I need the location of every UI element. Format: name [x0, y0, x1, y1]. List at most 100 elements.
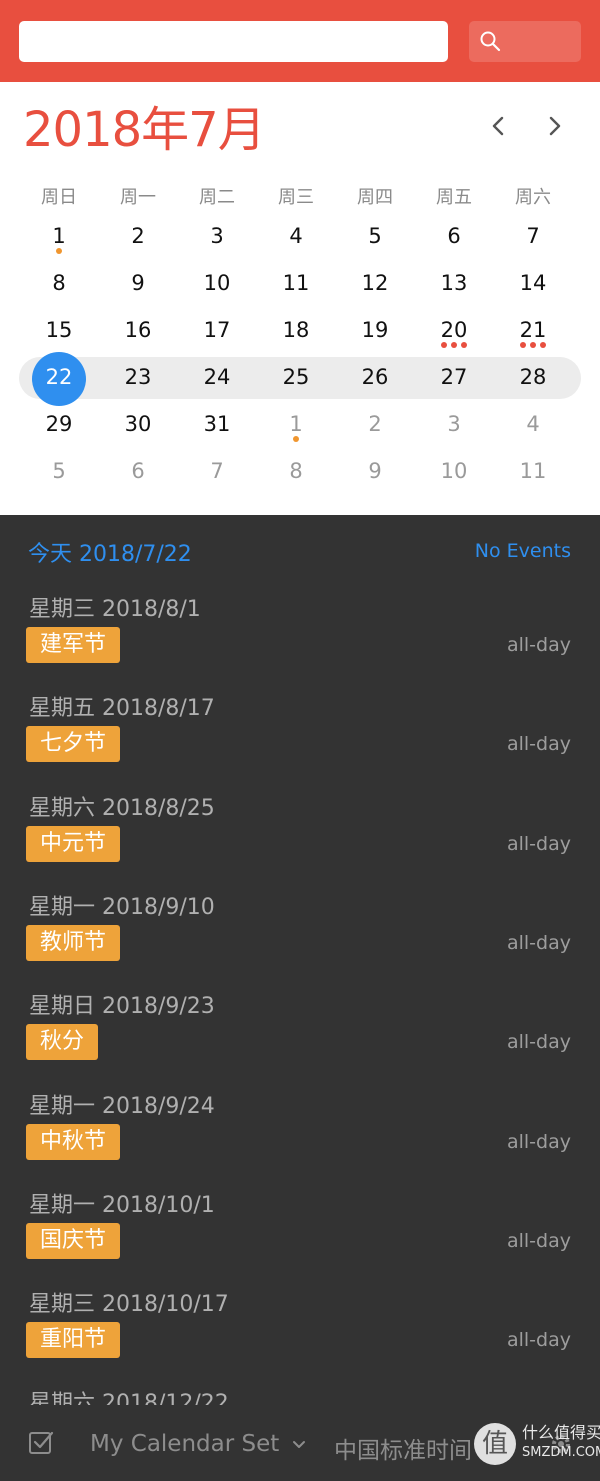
chevron-left-icon [492, 116, 504, 136]
previous-month-button[interactable] [484, 112, 512, 140]
event-time: all-day [506, 1130, 571, 1153]
event-time: all-day [506, 1329, 571, 1352]
weekday-label: 周五 [436, 187, 472, 208]
search-button[interactable] [469, 21, 581, 62]
search-icon [480, 31, 501, 52]
event-date-heading: 星期三 2018/8/1 [29, 597, 201, 622]
checkbox-icon[interactable] [28, 1429, 56, 1461]
search-input[interactable] [19, 21, 448, 62]
day-cell[interactable]: 10 [424, 451, 484, 491]
day-cell[interactable]: 7 [187, 451, 247, 491]
footer-bar: My Calendar Set 中国标准时间 值 什么值得买 SMZDM.COM [0, 1405, 600, 1481]
event-time: all-day [506, 1229, 571, 1252]
event-date-heading: 星期日 2018/9/23 [29, 994, 215, 1020]
event-list: 今天 2018/7/22 No Events 星期三 2018/8/1 建军节 al… [0, 515, 600, 1405]
day-cell[interactable]: 9 [345, 451, 405, 491]
event-item[interactable]: 中元节 [26, 825, 121, 862]
event-date-heading: 星期一 2018/9/10 [29, 894, 215, 920]
day-cell[interactable]: 5 [29, 451, 89, 491]
day-cell[interactable]: 27 [424, 357, 484, 397]
day-cell[interactable]: 12 [345, 263, 405, 303]
day-cell[interactable]: 19 [345, 310, 405, 350]
day-cell[interactable]: 6 [424, 216, 484, 256]
event-date-heading: 星期一 2018/10/1 [29, 1192, 215, 1218]
day-cell[interactable]: 23 [108, 357, 168, 397]
month-title: 2018年7月 [23, 102, 266, 158]
watermark-subtext: SMZDM.COM [522, 1445, 600, 1460]
watermark-glyph: 值 [474, 1423, 516, 1465]
day-cell[interactable]: 25 [266, 357, 326, 397]
event-date-heading: 星期一 2018/9/24 [29, 1093, 215, 1119]
event-dot [441, 342, 447, 348]
day-cell[interactable]: 30 [108, 404, 168, 444]
event-dot [540, 342, 546, 348]
weekday-label: 周日 [41, 187, 77, 208]
day-cell[interactable]: 11 [266, 263, 326, 303]
day-cell[interactable]: 26 [345, 357, 405, 397]
weekday-label: 周二 [199, 187, 235, 208]
day-cell[interactable]: 17 [187, 310, 247, 350]
event-date-heading: 星期六 2018/8/25 [29, 795, 215, 821]
event-item[interactable]: 中秋节 [26, 1123, 121, 1160]
day-cell[interactable]: 4 [503, 404, 563, 444]
day-cell[interactable]: 24 [187, 357, 247, 397]
weekday-label: 周三 [278, 187, 314, 208]
day-cell[interactable]: 14 [503, 263, 563, 303]
day-cell[interactable]: 18 [266, 310, 326, 350]
day-cell[interactable]: 2 [108, 216, 168, 256]
event-dot [451, 342, 457, 348]
event-item[interactable]: 七夕节 [26, 726, 121, 763]
weekday-label: 周一 [120, 187, 156, 208]
watermark-logo: 值 什么值得买 SMZDM.COM [474, 1419, 600, 1469]
day-cell[interactable]: 4 [266, 216, 326, 256]
chevron-right-icon [549, 116, 561, 136]
month-calendar: 2018年7月 周日 周一 周二 周三 周四 周五 周六 1 2 3 4 5 6 7 8 9 10 11 12 13… [0, 82, 600, 515]
chevron-down-icon[interactable] [291, 1437, 307, 1457]
event-date-heading: 星期六 2018/12/22 [29, 1391, 229, 1405]
day-cell[interactable]: 15 [29, 310, 89, 350]
event-time: all-day [506, 1031, 571, 1054]
event-time: all-day [506, 832, 571, 855]
next-month-button[interactable] [541, 112, 569, 140]
day-cell[interactable]: 13 [424, 263, 484, 303]
today-label[interactable]: 今天 2018/7/22 [28, 536, 192, 568]
day-cell[interactable]: 16 [108, 310, 168, 350]
event-date-heading: 星期三 2018/10/17 [29, 1292, 229, 1318]
day-cell[interactable]: 3 [424, 404, 484, 444]
search-bar [0, 0, 600, 82]
event-time: all-day [506, 733, 571, 756]
day-cell[interactable]: 11 [503, 451, 563, 491]
day-cell[interactable]: 3 [187, 216, 247, 256]
event-item[interactable]: 秋分 [26, 1024, 99, 1061]
day-cell[interactable]: 29 [29, 404, 89, 444]
day-cell[interactable]: 9 [108, 263, 168, 303]
day-cell[interactable]: 6 [108, 451, 168, 491]
event-item[interactable]: 国庆节 [26, 1222, 121, 1259]
weekday-label: 周六 [515, 187, 551, 208]
event-dot [56, 248, 62, 254]
event-dot [530, 342, 536, 348]
day-cell[interactable]: 8 [266, 451, 326, 491]
watermark-text: 什么值得买 [522, 1423, 600, 1442]
event-dot [461, 342, 467, 348]
event-dot [293, 436, 299, 442]
timezone-selector[interactable]: 中国标准时间 [334, 1431, 472, 1465]
event-time: all-day [506, 634, 571, 656]
event-dot [520, 342, 526, 348]
day-cell[interactable]: 7 [503, 216, 563, 256]
day-cell[interactable]: 31 [187, 404, 247, 444]
day-cell[interactable]: 8 [29, 263, 89, 303]
event-item[interactable]: 教师节 [26, 924, 121, 961]
weekday-label: 周四 [357, 187, 393, 208]
event-time: all-day [506, 931, 571, 954]
event-date-heading: 星期五 2018/8/17 [29, 696, 215, 722]
day-cell[interactable]: 10 [187, 263, 247, 303]
event-item[interactable]: 建军节 [26, 627, 121, 663]
day-cell[interactable]: 28 [503, 357, 563, 397]
calendar-set-selector[interactable]: My Calendar Set [90, 1431, 279, 1457]
no-events-label: No Events [474, 540, 571, 562]
day-cell-today[interactable]: 22 [29, 357, 89, 397]
event-item[interactable]: 重阳节 [26, 1322, 121, 1359]
day-cell[interactable]: 5 [345, 216, 405, 256]
day-cell[interactable]: 2 [345, 404, 405, 444]
